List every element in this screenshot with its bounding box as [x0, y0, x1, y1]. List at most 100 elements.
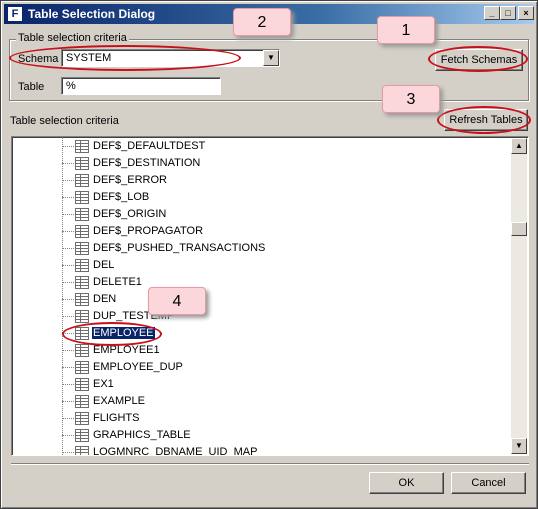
table-icon: [75, 225, 89, 238]
table-name: DEF$_LOB: [93, 191, 150, 203]
tree-branch-line: [62, 333, 74, 334]
chevron-down-icon[interactable]: ▼: [263, 50, 279, 66]
table-list-item[interactable]: DEF$_PUSHED_TRANSACTIONS: [12, 240, 502, 257]
tree-branch-line: [62, 452, 74, 453]
tree-branch-line: [62, 367, 74, 368]
table-icon: [75, 174, 89, 187]
table-icon: [75, 310, 89, 323]
table-list-item[interactable]: FLIGHTS: [12, 410, 502, 427]
table-name: DEF$_ORIGIN: [93, 208, 167, 220]
table-list-item[interactable]: DEN: [12, 291, 502, 308]
tree-branch-line: [62, 214, 74, 215]
table-icon: [75, 140, 89, 153]
table-name: EXAMPLE: [93, 395, 145, 407]
ok-button[interactable]: OK: [369, 472, 444, 494]
schema-label: Schema: [18, 53, 59, 65]
table-name: FLIGHTS: [93, 412, 140, 424]
table-icon: [75, 276, 89, 289]
table-icon: [75, 395, 89, 408]
table-icon: [75, 429, 89, 442]
table-icon: [75, 293, 89, 306]
table-name: DEF$_ERROR: [93, 174, 167, 186]
table-icon: [75, 157, 89, 170]
callout-1: 1: [377, 16, 435, 44]
table-icon: [75, 378, 89, 391]
app-icon: F: [7, 6, 23, 22]
table-list-item[interactable]: DUP_TESTEMP: [12, 308, 502, 325]
callout-2: 2: [233, 8, 291, 36]
minimize-button[interactable]: _: [484, 6, 500, 20]
table-list-item[interactable]: EMPLOYEE: [12, 325, 502, 342]
vertical-scrollbar[interactable]: ▲ ▼: [511, 138, 527, 454]
table-list-item[interactable]: GRAPHICS_TABLE: [12, 427, 502, 444]
tree-branch-line: [62, 418, 74, 419]
tree-branch-line: [62, 316, 74, 317]
scroll-up-icon[interactable]: ▲: [511, 138, 527, 154]
table-name: DEF$_PUSHED_TRANSACTIONS: [93, 242, 266, 254]
table-name: DELETE1: [93, 276, 142, 288]
table-icon: [75, 208, 89, 221]
cancel-button[interactable]: Cancel: [451, 472, 526, 494]
table-list-item[interactable]: LOGMNRC_DBNAME_UID_MAP: [12, 444, 502, 456]
maximize-button[interactable]: □: [500, 6, 516, 20]
table-icon: [75, 446, 89, 455]
table-label: Table: [18, 81, 45, 93]
tree-branch-line: [62, 384, 74, 385]
table-name: DEF$_DEFAULTDEST: [93, 140, 206, 152]
table-icon: [75, 327, 89, 340]
table-list-item[interactable]: EMPLOYEE_DUP: [12, 359, 502, 376]
tree-branch-line: [62, 163, 74, 164]
tree-branch-line: [62, 299, 74, 300]
tree-branch-line: [62, 231, 74, 232]
tree-branch-line: [62, 265, 74, 266]
table-icon: [75, 344, 89, 357]
table-list-item[interactable]: EX1: [12, 376, 502, 393]
tree-branch-line: [62, 282, 74, 283]
table-name: EX1: [93, 378, 114, 390]
table-list-item[interactable]: DEF$_DEFAULTDEST: [12, 138, 502, 155]
table-icon: [75, 191, 89, 204]
table-name: DEL: [93, 259, 115, 271]
table-list-item[interactable]: DELETE1: [12, 274, 502, 291]
table-name: DEF$_PROPAGATOR: [93, 225, 204, 237]
fetch-schemas-button[interactable]: Fetch Schemas: [435, 49, 523, 71]
tree-branch-line: [62, 248, 74, 249]
table-list-item[interactable]: DEF$_ERROR: [12, 172, 502, 189]
callout-3: 3: [382, 85, 440, 113]
table-icon: [75, 259, 89, 272]
close-button[interactable]: ×: [518, 6, 534, 20]
tree-branch-line: [62, 401, 74, 402]
table-name: GRAPHICS_TABLE: [93, 429, 191, 441]
callout-4: 4: [148, 287, 206, 315]
tree-branch-line: [62, 197, 74, 198]
schema-select[interactable]: SYSTEM: [61, 49, 280, 67]
scroll-thumb[interactable]: [511, 222, 527, 236]
tree-branch-line: [62, 350, 74, 351]
tree-branch-line: [62, 146, 74, 147]
table-icon: [75, 242, 89, 255]
table-name: EMPLOYEE: [91, 326, 156, 340]
table-list-item[interactable]: EXAMPLE: [12, 393, 502, 410]
table-list-item[interactable]: DEF$_LOB: [12, 189, 502, 206]
table-tree[interactable]: DEF$_DEFAULTDEST DEF$_DESTINATION DEF$_ERR…: [11, 136, 529, 456]
table-list-item[interactable]: DEF$_PROPAGATOR: [12, 223, 502, 240]
table-list-item[interactable]: EMPLOYEE1: [12, 342, 502, 359]
table-list-item[interactable]: DEF$_ORIGIN: [12, 206, 502, 223]
table-list-item[interactable]: DEF$_DESTINATION: [12, 155, 502, 172]
tree-branch-line: [62, 180, 74, 181]
schema-value: SYSTEM: [66, 52, 112, 64]
table-name: DEF$_DESTINATION: [93, 157, 201, 169]
refresh-tables-button[interactable]: Refresh Tables: [444, 109, 528, 131]
table-name: EMPLOYEE_DUP: [93, 361, 183, 373]
table-filter-input[interactable]: %: [61, 77, 221, 95]
tree-branch-line: [62, 435, 74, 436]
table-icon: [75, 412, 89, 425]
table-list-item[interactable]: DEL: [12, 257, 502, 274]
table-name: DEN: [93, 293, 117, 305]
scroll-down-icon[interactable]: ▼: [511, 438, 527, 454]
table-icon: [75, 361, 89, 374]
tables-section-label: Table selection criteria: [10, 115, 119, 127]
table-name: LOGMNRC_DBNAME_UID_MAP: [93, 446, 258, 456]
window-title: Table Selection Dialog: [28, 7, 156, 21]
footer-separator: [11, 463, 529, 465]
